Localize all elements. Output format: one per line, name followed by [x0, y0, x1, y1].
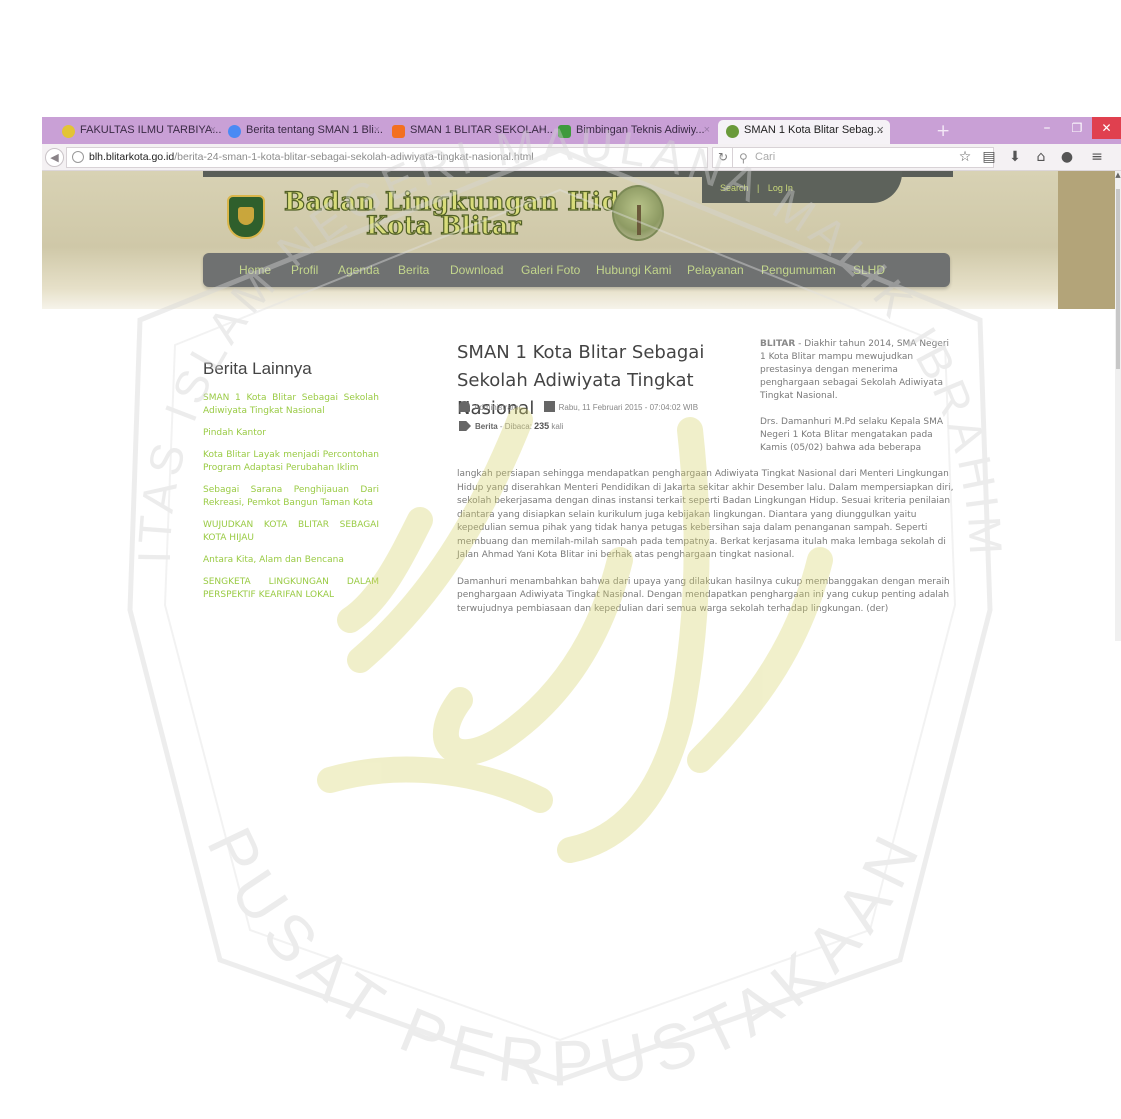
- tab-label: Bimbingan Teknis Adiwiy...: [576, 124, 705, 136]
- article-category[interactable]: Berita: [475, 422, 498, 431]
- menu-item-home[interactable]: Home: [239, 263, 271, 277]
- restore-button[interactable]: ❐: [1062, 117, 1092, 139]
- reading-list-icon[interactable]: ▤: [980, 148, 998, 166]
- svg-text:PUSAT PERPUSTAKAAN: PUSAT PERPUSTAKAAN: [193, 817, 936, 1100]
- login-link[interactable]: Log In: [768, 183, 793, 193]
- tab-blogger[interactable]: SMAN 1 BLITAR SEKOLAH... ×: [384, 120, 552, 144]
- close-tab-icon[interactable]: ×: [374, 124, 380, 136]
- edit-calendar-icon: [543, 401, 555, 412]
- article-body: langkah persiapan sehingga mendapatkan p…: [457, 468, 957, 629]
- menu-item-slhd[interactable]: SLHD: [853, 263, 885, 277]
- menu-item-agenda[interactable]: Agenda: [338, 263, 379, 277]
- close-tab-icon[interactable]: ×: [704, 124, 710, 136]
- search-link[interactable]: Search: [720, 183, 749, 193]
- tag-icon: [459, 421, 471, 431]
- blogger-icon: [392, 125, 405, 138]
- page-scrollbar-thumb[interactable]: [1116, 189, 1120, 369]
- read-count: 235: [534, 421, 550, 431]
- close-tab-icon[interactable]: ×: [540, 124, 546, 136]
- close-tab-icon[interactable]: ×: [876, 122, 884, 137]
- site-brand-line2[interactable]: Kota Blitar: [365, 210, 522, 240]
- sidebar-news-link[interactable]: WUJUDKAN KOTA BLITAR SEBAGAI KOTA HIJAU: [203, 519, 379, 545]
- new-tab-button[interactable]: +: [936, 121, 950, 141]
- search-icon: ⚲: [739, 151, 748, 165]
- back-button[interactable]: ◀: [45, 148, 64, 167]
- menu-item-profil[interactable]: Profil: [291, 263, 318, 277]
- kota-blitar-emblem-logo[interactable]: [227, 195, 265, 239]
- address-bar[interactable]: blh.blitarkota.go.id/berita-24-sman-1-ko…: [66, 147, 708, 168]
- sidebar-news-link[interactable]: Kota Blitar Layak menjadi Percontohan Pr…: [203, 449, 379, 475]
- article-author: Administrator: [474, 403, 522, 412]
- close-tab-icon[interactable]: ×: [210, 124, 216, 136]
- close-window-button[interactable]: ✕: [1092, 117, 1121, 139]
- banner-side-strip: [1058, 171, 1115, 309]
- url-path: /berita-24-sman-1-kota-blitar-sebagai-se…: [174, 151, 534, 163]
- search-placeholder: Cari: [755, 151, 776, 163]
- tab-active-sman1[interactable]: SMAN 1 Kota Blitar Sebag... ×: [718, 120, 890, 144]
- tab-label: SMAN 1 BLITAR SEKOLAH...: [410, 124, 552, 136]
- menu-item-pelayanan[interactable]: Pelayanan: [687, 263, 744, 277]
- url-domain: blh.blitarkota.go.id: [89, 151, 175, 163]
- watermark-bottom-text: PUSAT PERPUSTAKAAN: [193, 817, 926, 1100]
- sidebar-news-link[interactable]: Antara Kita, Alam dan Bencana: [203, 554, 379, 567]
- article-paragraph-2-rest: langkah persiapan sehingga mendapatkan p…: [457, 469, 954, 560]
- article-date: Rabu, 11 Februari 2015 - 07:04:02 WIB: [558, 403, 699, 412]
- globe-icon: [72, 151, 84, 163]
- read-suffix: kali: [549, 422, 564, 431]
- sidebar-news-list: SMAN 1 Kota Blitar Sebagai Sekolah Adiwi…: [203, 392, 379, 611]
- top-links-bar: Search | Log In: [702, 171, 902, 203]
- article-paragraph-3: Damanhuri menambahkan bahwa dari upaya y…: [457, 576, 950, 614]
- scroll-up-arrow-icon[interactable]: ▲: [1115, 171, 1121, 183]
- minimize-button[interactable]: –: [1032, 117, 1062, 139]
- read-prefix: - Dibaca:: [497, 422, 535, 431]
- article-category-meta: Berita - Dibaca: 235 kali: [459, 421, 563, 431]
- home-icon[interactable]: ⌂: [1032, 148, 1050, 166]
- menu-icon[interactable]: ≡: [1088, 148, 1106, 166]
- menu-item-hubungi-kami[interactable]: Hubungi Kami: [596, 263, 671, 277]
- tab-strip: FAKULTAS ILMU TARBIYA... × Berita tentan…: [42, 117, 1121, 144]
- tree-favicon-icon: [726, 125, 739, 138]
- tab-label: FAKULTAS ILMU TARBIYA...: [80, 124, 222, 136]
- separator: |: [757, 183, 760, 193]
- sidebar-news-link[interactable]: SMAN 1 Kota Blitar Sebagai Sekolah Adiwi…: [203, 392, 379, 418]
- menu-item-download[interactable]: Download: [450, 263, 503, 277]
- sidebar-news-link[interactable]: SENGKETA LINGKUNGAN DALAM PERSPEKTIF KEA…: [203, 576, 379, 602]
- search-input[interactable]: ⚲ Cari: [732, 147, 994, 168]
- menu-item-berita[interactable]: Berita: [398, 263, 429, 277]
- sidebar-title: Berita Lainnya: [203, 359, 312, 378]
- tab-label: Berita tentang SMAN 1 Bli...: [246, 124, 383, 136]
- tab-label: SMAN 1 Kota Blitar Sebag...: [744, 124, 883, 136]
- article-paragraph-2-start: Drs. Damanhuri M.Pd selaku Kepala SMA Ne…: [760, 417, 944, 453]
- download-icon[interactable]: ⬇: [1006, 148, 1024, 166]
- tab-favicon-icon: [62, 125, 75, 138]
- lead-dateline: BLITAR: [760, 339, 796, 349]
- navigation-toolbar: ◀ blh.blitarkota.go.id/berita-24-sman-1-…: [42, 144, 1121, 171]
- article-lead-column: BLITAR - Diakhir tahun 2014, SMA Negeri …: [760, 338, 952, 468]
- google-icon: [228, 125, 241, 138]
- menu-item-galeri-foto[interactable]: Galeri Foto: [521, 263, 580, 277]
- sidebar-news-link[interactable]: Sebagai Sarana Penghijauan Dari Rekreasi…: [203, 484, 379, 510]
- page-viewport: Badan Lingkungan Hidup Kota Blitar Searc…: [42, 171, 1121, 641]
- chat-icon[interactable]: ●: [1058, 148, 1076, 166]
- bookmark-star-icon[interactable]: ☆: [956, 148, 974, 166]
- tab-bimbingan[interactable]: Bimbingan Teknis Adiwiy... ×: [550, 120, 716, 144]
- tab-fakultas[interactable]: FAKULTAS ILMU TARBIYA... ×: [54, 120, 222, 144]
- reload-button[interactable]: ↻: [712, 147, 734, 168]
- site-favicon-icon: [558, 125, 571, 138]
- sidebar-news-link[interactable]: Pindah Kantor: [203, 427, 379, 440]
- article-meta: Administrator Rabu, 11 Februari 2015 - 0…: [459, 401, 698, 412]
- tab-berita-google[interactable]: Berita tentang SMAN 1 Bli... ×: [220, 120, 386, 144]
- main-menu: Home Profil Agenda Berita Download Galer…: [203, 253, 950, 287]
- menu-item-pengumuman[interactable]: Pengumuman: [761, 263, 836, 277]
- tree-logo: [612, 185, 664, 241]
- user-icon: [459, 401, 470, 412]
